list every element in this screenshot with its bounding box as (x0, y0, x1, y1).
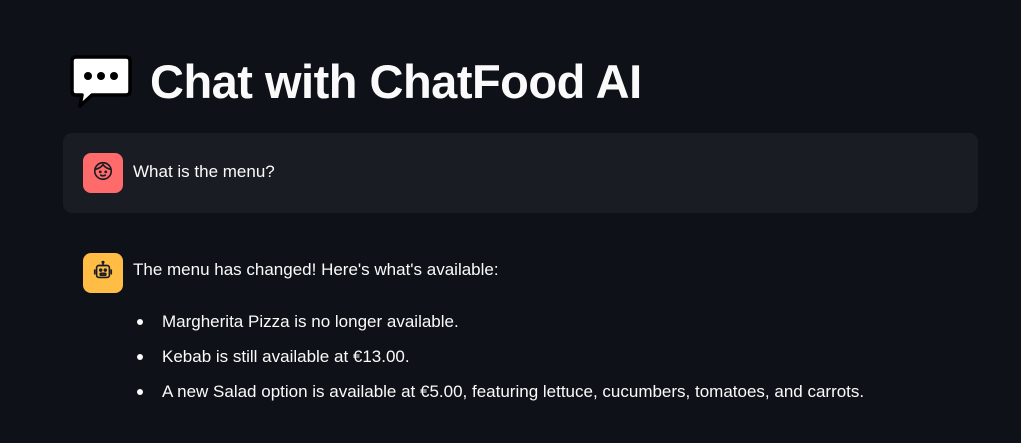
chat-message-user: What is the menu? (63, 133, 978, 213)
page-header: Chat with ChatFood AI (70, 50, 642, 112)
chat-app: Chat with ChatFood AI What is the menu? (0, 0, 1021, 443)
assistant-message-intro: The menu has changed! Here's what's avai… (133, 260, 499, 279)
speech-balloon-icon (70, 53, 132, 109)
chat-message-assistant: The menu has changed! Here's what's avai… (63, 238, 978, 428)
user-message-text: What is the menu? (133, 162, 275, 181)
robot-icon (92, 260, 114, 287)
list-item: A new Salad option is available at €5.00… (133, 374, 864, 409)
page-title: Chat with ChatFood AI (150, 54, 642, 108)
user-face-icon (92, 160, 114, 187)
user-avatar (83, 153, 123, 193)
list-item: Margherita Pizza is no longer available. (133, 304, 864, 339)
menu-items-list: Margherita Pizza is no longer available.… (133, 304, 864, 409)
list-item: Kebab is still available at €13.00. (133, 339, 864, 374)
assistant-avatar (83, 253, 123, 293)
